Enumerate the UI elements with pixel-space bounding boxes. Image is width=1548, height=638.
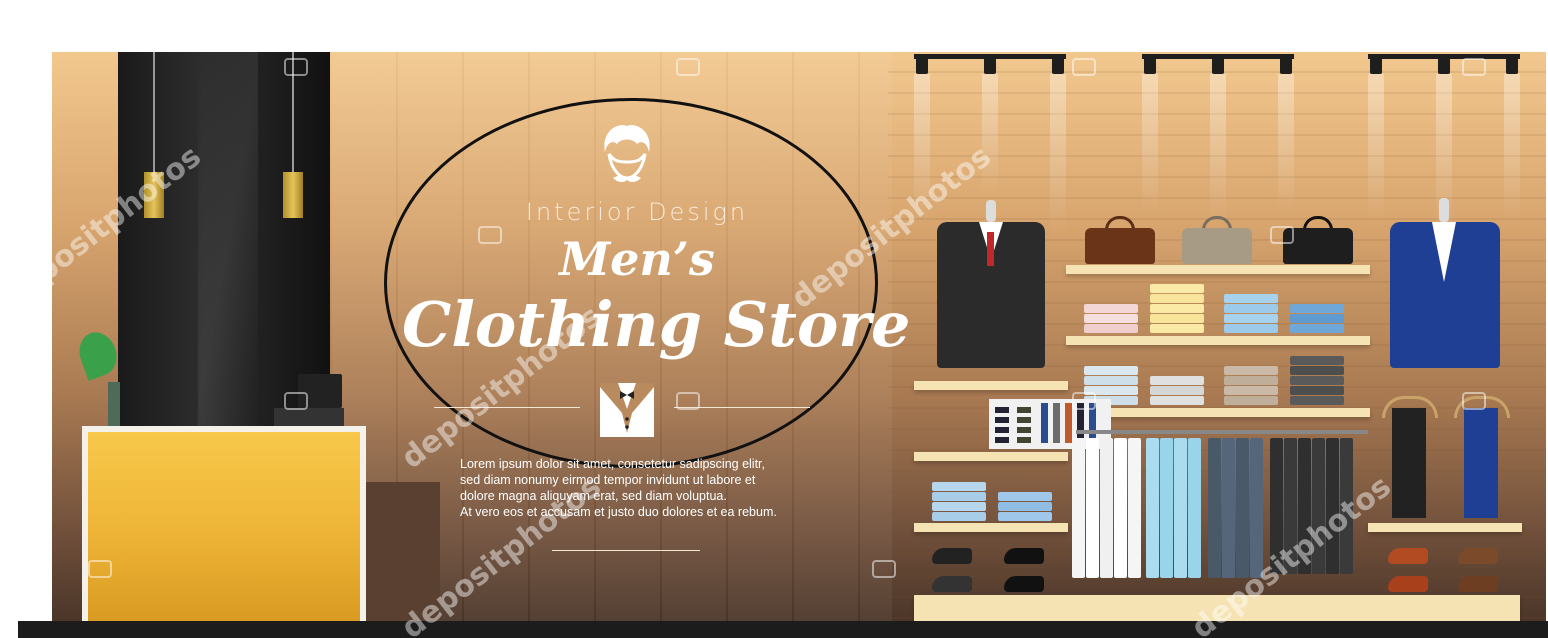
camera-icon — [478, 226, 502, 244]
description-line: Lorem ipsum dolor sit amet, consetetur s… — [460, 457, 765, 471]
description-line: dolore magna aliquyam erat, sed diam vol… — [460, 489, 727, 503]
shelf — [914, 381, 1068, 390]
shelf — [914, 523, 1068, 532]
spotlight — [1370, 58, 1382, 74]
checkout-counter — [82, 426, 366, 624]
spotlight — [1438, 58, 1450, 74]
spotlight — [1506, 58, 1518, 74]
camera-icon — [284, 392, 308, 410]
black-shoe — [1004, 576, 1044, 592]
light-beam — [1210, 74, 1226, 224]
light-beam — [1504, 74, 1520, 224]
light-beam — [1368, 74, 1384, 224]
description-text: Lorem ipsum dolor sit amet, consetetur s… — [460, 456, 820, 520]
floor-base — [18, 621, 1548, 638]
hanger-hook — [986, 200, 996, 222]
brown-shoe — [1458, 548, 1498, 564]
mustache-man-icon — [604, 125, 650, 182]
spotlight — [1280, 58, 1292, 74]
light-beam — [1050, 74, 1066, 234]
counter-items — [274, 408, 344, 426]
grey-bag — [1182, 228, 1252, 264]
folded-shirts — [1224, 366, 1278, 406]
hanger-hook — [1439, 198, 1449, 222]
folded-shirts — [1150, 376, 1204, 406]
camera-icon — [284, 58, 308, 76]
lamp-wire — [153, 52, 155, 172]
brown-shoe — [1458, 576, 1498, 592]
camera-icon — [1072, 392, 1096, 410]
camera-icon — [872, 560, 896, 578]
spotlight — [1212, 58, 1224, 74]
clothes-rail — [1076, 430, 1368, 434]
title-line-2: Clothing Store — [402, 288, 911, 361]
camera-icon — [676, 58, 700, 76]
camera-icon — [1462, 392, 1486, 410]
black-shoe — [1004, 548, 1044, 564]
folded-shirts — [1290, 356, 1344, 406]
plant-pot — [108, 382, 120, 426]
camera-icon — [1270, 226, 1294, 244]
shelf — [1066, 336, 1370, 345]
folded-shirts — [1084, 304, 1138, 334]
bottom-divider — [552, 550, 700, 551]
description-line: At vero eos et accusam et justo duo dolo… — [460, 505, 777, 519]
tuxedo-icon — [600, 383, 654, 437]
subtitle: Interior Design — [525, 198, 749, 226]
spotlight — [1144, 58, 1156, 74]
spotlight — [916, 58, 928, 74]
folded-shirts — [1224, 294, 1278, 334]
light-beam — [1278, 74, 1294, 214]
brown-shoe — [1388, 548, 1428, 564]
folded-shirts — [998, 492, 1052, 522]
pendant-lamp — [283, 172, 303, 218]
description-line: sed diam nonumy eirmod tempor invidunt u… — [460, 473, 756, 487]
spotlight — [1052, 58, 1064, 74]
dark-glass-panel — [118, 52, 330, 427]
folded-shirts — [1150, 284, 1204, 334]
spotlight — [984, 58, 996, 74]
camera-icon — [676, 392, 700, 410]
folded-shirts — [1290, 304, 1344, 334]
camera-icon — [1072, 58, 1096, 76]
camera-icon — [88, 560, 112, 578]
black-shoe — [932, 548, 972, 564]
shelf — [1368, 523, 1522, 532]
brown-shoe — [1388, 576, 1428, 592]
light-beam — [1142, 74, 1158, 214]
shelf — [914, 452, 1068, 461]
shelf — [1066, 408, 1370, 417]
folded-shirts — [932, 482, 986, 522]
camera-icon — [1462, 58, 1486, 76]
blue-pants — [1464, 408, 1498, 518]
brown-bag — [1085, 228, 1155, 264]
red-tie — [987, 232, 994, 266]
black-pants — [1392, 408, 1426, 518]
black-shoe — [932, 576, 972, 592]
shelf — [1066, 265, 1370, 274]
plant-leaf — [73, 327, 123, 381]
